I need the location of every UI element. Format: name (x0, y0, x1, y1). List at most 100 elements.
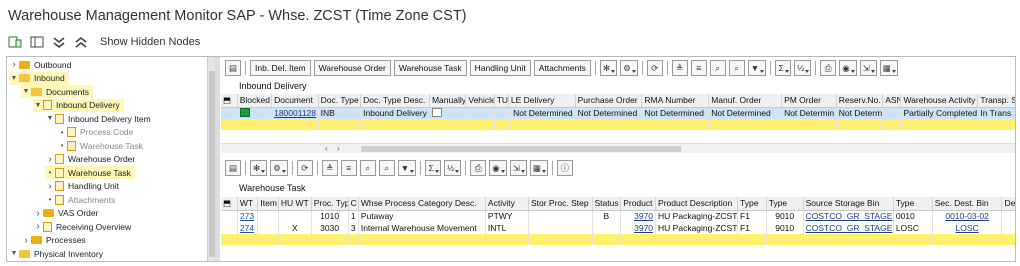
dest_bin-link[interactable]: LOSC (956, 223, 979, 233)
sort-desc-icon[interactable]: ≡ (690, 60, 707, 76)
top-grid-hscroll[interactable]: ‹ › (221, 143, 1015, 153)
column-header[interactable]: Source Storage Bin (803, 197, 894, 211)
sort-asc-icon[interactable]: ≜ (671, 60, 688, 76)
wt-link[interactable]: 273 (240, 211, 254, 221)
column-header[interactable]: RMA Number (641, 94, 710, 108)
grid-select-all-icon[interactable]: ⬒ (221, 197, 238, 211)
column-header[interactable]: Activity (485, 197, 529, 211)
document-number[interactable]: 180001128 (274, 108, 316, 118)
tree-node[interactable]: • Attachments (45, 193, 115, 206)
top-action-button[interactable]: Handling Unit (469, 60, 531, 76)
chevron-right-icon[interactable]: › (45, 181, 55, 192)
export-icon[interactable]: ⇲ (509, 160, 527, 176)
expand-all-icon[interactable] (74, 35, 88, 49)
collapse-all-icon[interactable] (52, 35, 66, 49)
chevron-right-icon[interactable]: › (33, 208, 43, 219)
checkbox-icon[interactable] (431, 107, 442, 117)
column-header[interactable]: PM Order (781, 94, 837, 108)
tree-scrollbar[interactable] (207, 57, 215, 261)
column-header[interactable]: TU (494, 94, 509, 108)
column-header[interactable]: De (1001, 197, 1015, 211)
top-action-button[interactable]: Warehouse Task (393, 60, 467, 76)
column-header[interactable]: Proc. Type (311, 197, 349, 211)
tree-node[interactable]: › Outbound (9, 58, 71, 71)
print-icon[interactable]: ⎙ (470, 160, 487, 176)
top-action-button[interactable]: Warehouse Order (313, 60, 391, 76)
table-row[interactable]: 273 1010 1 Putaway PTWY B 3970 HU Packaging-ZCS… (221, 210, 1015, 222)
column-header[interactable]: Manually (429, 94, 467, 108)
find-next-icon[interactable]: ⌕ (728, 60, 745, 76)
show-hidden-nodes-button[interactable]: Show Hidden Nodes (100, 36, 200, 48)
column-header[interactable]: Blocked (237, 94, 273, 108)
product-link[interactable]: 3970 (634, 223, 653, 233)
view-icon[interactable]: ◉ (489, 160, 507, 176)
tree-settings-icon[interactable] (8, 35, 22, 49)
subtotal-icon[interactable]: ½ (444, 160, 462, 176)
layout-icon[interactable] (30, 35, 44, 49)
column-header[interactable]: Item (257, 197, 279, 211)
settings-icon[interactable]: ✻ (250, 160, 268, 176)
chevron-down-icon[interactable]: ▼ (9, 250, 19, 257)
column-header[interactable]: HU WT (278, 197, 312, 211)
tree-node[interactable]: ▼ Documents (21, 85, 93, 98)
chevron-down-icon[interactable]: ▼ (21, 88, 31, 95)
find-next-icon[interactable]: ⌕ (378, 160, 395, 176)
chevron-right-icon[interactable]: › (9, 59, 19, 70)
info-icon[interactable]: ⓘ (556, 160, 573, 176)
config-icon[interactable]: ⚙ (620, 60, 638, 76)
sort-asc-icon[interactable]: ≜ (321, 160, 338, 176)
column-header[interactable]: Whse Process Category Desc. (358, 197, 486, 211)
column-header[interactable]: Type (737, 197, 767, 211)
tree-node[interactable]: ▼ Inbound (9, 71, 69, 85)
column-header[interactable]: ASN (882, 94, 902, 108)
document-link[interactable]: 180001128 (271, 107, 319, 119)
config-icon[interactable]: ⚙ (270, 160, 288, 176)
column-header[interactable]: Reserv.No. (836, 94, 884, 108)
filter-icon[interactable]: ▼ (747, 60, 767, 76)
table-row[interactable]: 180001128 INB Inbound Delivery Not Determin… (221, 107, 1015, 119)
dest_bin-link[interactable]: 0010-03-02 (945, 211, 988, 221)
tree-node[interactable]: ▼ Inbound Delivery Item (45, 112, 151, 125)
top-action-button[interactable]: Inb. Del. Item (250, 60, 311, 76)
export-icon[interactable]: ⇲ (859, 60, 877, 76)
tree-node[interactable]: ▼ Inbound Delivery (33, 98, 124, 112)
layout-icon[interactable]: ▦ (879, 60, 898, 76)
column-header[interactable]: Product (620, 197, 657, 211)
subtotal-icon[interactable]: ½ (794, 60, 812, 76)
top-action-button[interactable]: Attachments (533, 60, 591, 76)
wt-link[interactable]: 274 (240, 223, 254, 233)
hscroll-thumb[interactable] (361, 146, 681, 152)
chevron-right-icon[interactable]: › (45, 154, 55, 165)
view-icon[interactable]: ◉ (839, 60, 857, 76)
src_bin-link[interactable]: COSTCO_GR_STAGE (806, 223, 893, 233)
column-header[interactable]: Doc. Type (318, 94, 362, 108)
pane-splitter[interactable] (215, 57, 220, 261)
chevron-down-icon[interactable]: ▼ (33, 102, 43, 109)
details-icon[interactable]: ▤ (225, 160, 241, 176)
column-header[interactable]: Purchase Order (575, 94, 643, 108)
tree-node[interactable]: ▼ Physical Inventory (9, 247, 103, 260)
column-header[interactable]: Sec. Dest. Bin (932, 197, 1003, 211)
column-header[interactable]: Product Description (655, 197, 739, 211)
chevron-down-icon[interactable]: ▼ (9, 75, 19, 82)
tree-node[interactable]: › VAS Order (33, 207, 98, 220)
column-header[interactable]: Type (766, 197, 804, 211)
tree-node[interactable]: › Processes (21, 234, 85, 247)
scroll-left-icon[interactable]: ‹ (325, 144, 328, 153)
find-icon[interactable]: ⌕ (709, 60, 726, 76)
column-header[interactable]: Stor Proc. Step (528, 197, 593, 211)
refresh-icon[interactable]: ⟳ (646, 60, 663, 76)
tree-node[interactable]: › Handling Unit (45, 180, 119, 193)
column-header[interactable]: Document (271, 94, 319, 108)
details-icon[interactable]: ▤ (225, 60, 241, 76)
column-header[interactable]: C (348, 197, 359, 211)
sum-icon[interactable]: Σ (425, 160, 442, 176)
scroll-right-icon[interactable]: › (337, 144, 340, 153)
table-row[interactable]: 274 X 3030 3 Internal Warehouse Movement INTL… (221, 222, 1015, 234)
layout-icon[interactable]: ▦ (529, 160, 548, 176)
column-header[interactable]: Manuf. Order (708, 94, 783, 108)
column-header[interactable]: Vehicle (465, 94, 495, 108)
column-header[interactable]: LE Delivery (508, 94, 576, 108)
column-header[interactable]: Warehouse Activity (900, 94, 979, 108)
column-header[interactable]: Type (893, 197, 933, 211)
